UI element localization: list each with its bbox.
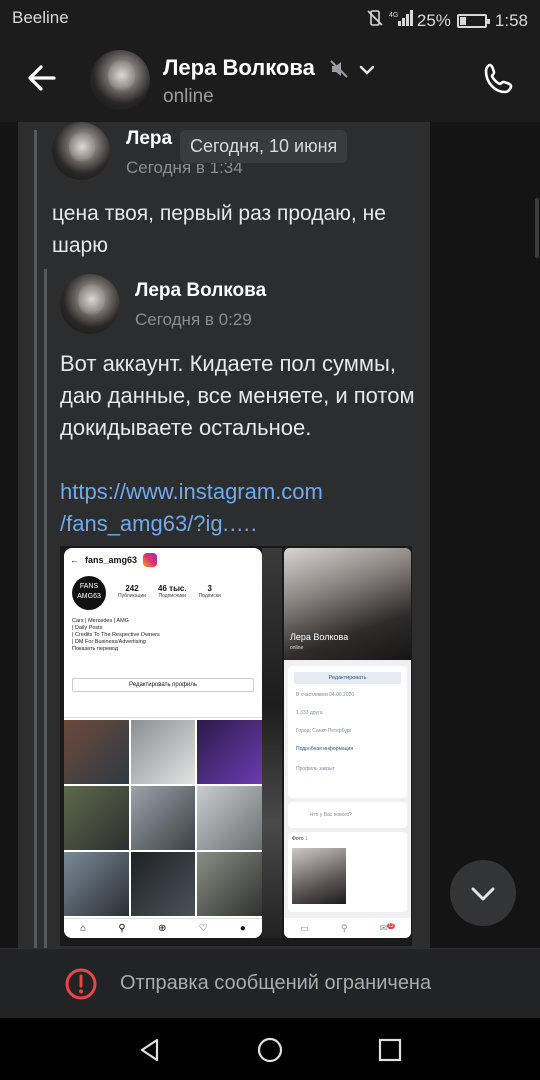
forward-bar — [44, 269, 47, 948]
vk-screenshot: Лера Волкова online Редактировать В счас… — [284, 548, 411, 938]
status-icons: 4G 25% 1:58 — [365, 8, 528, 33]
call-button[interactable] — [480, 60, 518, 98]
nav-recents-button[interactable] — [376, 1036, 404, 1064]
avatar[interactable] — [60, 274, 120, 334]
date-pill: Сегодня, 10 июня — [180, 130, 348, 163]
link-line[interactable]: /fans_amg63/?ig.…. — [60, 508, 420, 540]
ig-header: ← fans_amg63 — [64, 548, 262, 572]
vk-profile-photo: Лера Волкова online — [284, 548, 411, 660]
svg-text:4G: 4G — [389, 12, 398, 19]
instagram-screenshot: ← fans_amg63 FANS AMG63 242 Публикации 46… — [64, 548, 262, 938]
battery-level — [459, 16, 466, 25]
warning-icon — [64, 967, 98, 1006]
ig-username: fans_amg63 — [85, 555, 138, 565]
ig-photo-grid — [64, 720, 262, 916]
signal-icon: 4G — [389, 9, 413, 32]
forward-author[interactable]: Лера — [126, 128, 172, 150]
chevron-down-icon[interactable] — [357, 60, 377, 85]
message-text: цена твоя, первый раз продаю, не шарю — [52, 202, 386, 257]
forward-author[interactable]: Лера Волкова — [135, 280, 266, 302]
triangle-back-icon — [140, 1038, 159, 1062]
vk-info-card: Редактировать В счастливом 04.06.2020 1 … — [288, 666, 407, 798]
ig-stat: 3 Подписки — [198, 584, 221, 599]
ig-stat: 46 тыс. Подписчики — [158, 584, 187, 599]
system-nav-bar — [0, 1018, 540, 1080]
messaging-restricted-bar: Отправка сообщений ограничена — [0, 948, 540, 1018]
battery-icon — [456, 13, 490, 28]
ig-edit-profile: Редактировать профиль — [72, 678, 254, 692]
ig-nav: ⌂ ⚲ ⊕ ♡ ● — [64, 918, 262, 938]
message-list[interactable]: Лера Сегодня в 1:34 Сегодня, 10 июня цен… — [0, 122, 540, 948]
forward-bar — [34, 130, 37, 948]
clock: 1:58 — [494, 10, 528, 30]
back-button[interactable] — [22, 58, 62, 98]
arrow-left-icon — [28, 65, 56, 91]
link-line[interactable]: https://www.instagram.com — [60, 476, 420, 508]
battery-percent: 25% — [416, 10, 451, 30]
avatar[interactable] — [90, 50, 150, 110]
forward-time: Сегодня в 0:29 — [135, 310, 252, 329]
scroll-down-button[interactable] — [450, 860, 516, 926]
ig-tabs — [64, 700, 262, 718]
arrow-left-icon: ← — [70, 555, 79, 565]
ig-logo: FANS AMG63 — [72, 576, 106, 610]
vk-photos: Фото 1 — [288, 832, 407, 912]
vk-nav: ▭ ⚲ ✉12 — [284, 918, 411, 938]
chevron-down-icon — [471, 887, 495, 901]
ig-stats: 242 Публикации 46 тыс. Подписчики 3 Подписк… — [118, 584, 221, 599]
vk-post-box: Что у Вас нового? — [288, 802, 407, 828]
contact-status: online — [163, 86, 214, 107]
photo-background — [262, 548, 282, 938]
instagram-icon — [143, 553, 158, 567]
circle-home-icon — [257, 1037, 283, 1063]
vibrate-off-icon — [365, 8, 385, 33]
contact-name[interactable]: Лера Волкова — [163, 55, 315, 81]
message-text: Вот аккаунт. Кидаете пол суммы, даю данн… — [60, 351, 415, 440]
status-bar: Beeline 4G 25% 1:58 — [0, 0, 540, 36]
ig-stat: 242 Публикации — [118, 584, 147, 599]
restriction-text: Отправка сообщений ограничена — [120, 972, 432, 994]
avatar[interactable] — [52, 122, 110, 180]
carrier-label: Beeline — [12, 8, 69, 27]
phone-icon — [484, 63, 513, 94]
nav-back-button[interactable] — [136, 1036, 164, 1064]
photo-attachment[interactable]: ← fans_amg63 FANS AMG63 242 Публикации 46… — [60, 546, 412, 946]
square-recents-icon — [378, 1038, 402, 1062]
message-link[interactable]: https://www.instagram.com /fans_amg63/?i… — [60, 476, 420, 540]
mute-icon — [328, 58, 350, 85]
nav-home-button[interactable] — [256, 1036, 284, 1064]
chat-header: Лера Волкова online — [0, 36, 540, 122]
scrollbar[interactable] — [535, 198, 539, 258]
ig-bio: Cars | Mercedes | AMG | Daily Posts | Cr… — [72, 618, 160, 652]
